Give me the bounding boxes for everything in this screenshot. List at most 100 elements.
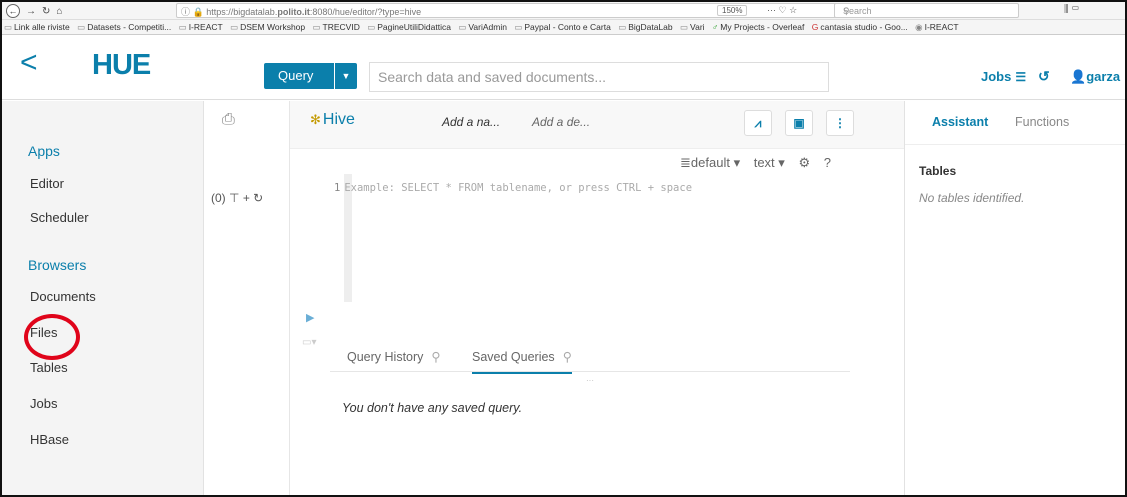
- url-domain: polito.it: [277, 7, 310, 17]
- tables-heading: Tables: [919, 164, 957, 178]
- help-icon[interactable]: ?: [824, 155, 831, 170]
- query-name-field[interactable]: Add a na...: [442, 115, 500, 129]
- highlight-circle: [24, 314, 80, 360]
- folder-icon: ▭: [618, 22, 627, 32]
- bookmarks-bar: ▭ Link alle riviste ▭ Datasets - Competiti…: [2, 20, 1125, 35]
- save-icon[interactable]: ▣: [785, 110, 813, 136]
- search-icon[interactable]: ⚲: [431, 350, 440, 364]
- browser-search-placeholder: Search: [843, 6, 872, 16]
- query-dropdown-caret-icon[interactable]: ▼: [335, 63, 357, 89]
- user-menu[interactable]: 👤garza: [1070, 69, 1120, 85]
- editor-toolbar: ✻ Hive Add a na... Add a de... ⩘ ▣ ⋮: [290, 101, 904, 149]
- bookmark-item[interactable]: ▭ Link alle riviste: [4, 22, 70, 33]
- browser-toolbar: ← → ↻ ⌂ ⓘ 🔒 https://bigdatalab.polito.it…: [2, 2, 1125, 20]
- bookmark-item[interactable]: ▭ Datasets - Competiti...: [77, 22, 171, 33]
- database-selector[interactable]: ≣default ▾: [680, 155, 740, 170]
- assistant-tabs: Assistant Functions: [905, 101, 1125, 145]
- zoom-indicator[interactable]: 150%: [717, 5, 748, 16]
- bookmark-item[interactable]: ◉ I-REACT: [915, 22, 958, 33]
- bookmark-item[interactable]: ▭ DSEM Workshop: [230, 22, 305, 33]
- forward-arrow-icon[interactable]: →: [26, 6, 36, 17]
- reload-icon[interactable]: ↻: [42, 6, 50, 17]
- folder-icon: ▭: [367, 22, 376, 32]
- tab-query-history[interactable]: Query History ⚲: [347, 349, 441, 372]
- pocket-icon[interactable]: ♡: [779, 5, 787, 15]
- ireact-icon: ◉: [915, 22, 923, 32]
- browser-search-field[interactable]: ⚲ Search: [834, 3, 1019, 18]
- bookmark-item[interactable]: ▭ PagineUtiliDidattica: [367, 22, 451, 33]
- search-icon[interactable]: ⚲: [563, 350, 572, 364]
- url-suffix: :8080/hue/editor/?type=hive: [309, 7, 422, 17]
- tab-functions[interactable]: Functions: [1015, 115, 1069, 129]
- jobs-button[interactable]: Jobs ☰: [981, 69, 1026, 84]
- resize-handle[interactable]: ···: [586, 376, 594, 385]
- lock-icon: 🔒: [192, 7, 204, 17]
- assistant-panel: Assistant Functions Tables No tables ide…: [904, 101, 1125, 495]
- add-icon[interactable]: +: [243, 191, 250, 205]
- folder-icon: ▭: [77, 22, 86, 32]
- user-label: garza: [1086, 69, 1121, 84]
- browsers-section-title: Browsers: [28, 257, 87, 273]
- sidebar-toggle-icon[interactable]: ▭: [1071, 4, 1079, 15]
- database-count: (0) ⊤ + ↻: [211, 191, 264, 205]
- database-panel: ⎙ (0) ⊤ + ↻: [204, 101, 290, 495]
- sidebar-item-hbase[interactable]: HBase: [30, 432, 69, 447]
- jobs-label: Jobs: [981, 69, 1012, 84]
- bookmark-item[interactable]: ▭ BigDataLab: [618, 22, 672, 33]
- sidebar-item-documents[interactable]: Documents: [30, 289, 96, 304]
- empty-saved-queries-message: You don't have any saved query.: [342, 401, 523, 415]
- sidebar-item-tables[interactable]: Tables: [30, 360, 68, 375]
- url-prefix: https://bigdatalab.: [206, 7, 278, 17]
- snippet-icon[interactable]: ▭▾: [302, 337, 316, 348]
- folder-icon: ▭: [4, 22, 13, 32]
- url-field[interactable]: ⓘ 🔒 https://bigdatalab.polito.it:8080/hu…: [176, 3, 896, 18]
- jobs-list-icon: ☰: [1015, 70, 1027, 84]
- filter-icon[interactable]: ⊤: [229, 191, 239, 205]
- folder-icon: ▭: [514, 22, 523, 32]
- code-placeholder[interactable]: 1 Example: SELECT * FROM tablename, or pr…: [334, 182, 692, 194]
- code-area[interactable]: ≣default ▾ text ▾ ⚙ ? 1 Example: SELECT *…: [290, 149, 904, 385]
- sidebar-item-jobs[interactable]: Jobs: [30, 396, 57, 411]
- refresh-icon[interactable]: ↻: [253, 191, 263, 205]
- query-editor: ✻ Hive Add a na... Add a de... ⩘ ▣ ⋮ ≣def…: [290, 101, 904, 495]
- home-icon[interactable]: ⌂: [56, 6, 62, 17]
- tab-saved-queries[interactable]: Saved Queries ⚲: [472, 349, 572, 374]
- left-sidebar: Apps Editor Scheduler Browsers Documents…: [2, 101, 204, 495]
- bookmark-item[interactable]: Gcantasia studio - Goo...: [812, 22, 908, 32]
- history-icon[interactable]: ↺: [1038, 68, 1050, 85]
- hue-header: < HUE Query ▼ Search data and saved docu…: [2, 35, 1125, 100]
- bookmark-item[interactable]: ▭ TRECVID: [313, 22, 360, 33]
- more-options-icon[interactable]: ⋮: [826, 110, 854, 136]
- hive-icon: ✻: [310, 112, 321, 127]
- google-icon: G: [811, 22, 819, 32]
- global-search-input[interactable]: Search data and saved documents...: [369, 62, 829, 92]
- back-arrow-icon[interactable]: ←: [6, 4, 20, 18]
- info-icon[interactable]: ⓘ: [181, 7, 190, 17]
- tab-assistant[interactable]: Assistant: [932, 115, 988, 129]
- format-selector[interactable]: text ▾: [754, 155, 785, 170]
- bookmark-star-icon[interactable]: ☆: [789, 5, 797, 15]
- page-actions-icon[interactable]: ···: [767, 5, 776, 15]
- bookmark-item[interactable]: ▭ Vari: [680, 22, 705, 33]
- folder-icon: ▭: [230, 22, 239, 32]
- hue-logo[interactable]: HUE: [92, 49, 151, 82]
- folder-icon: ▭: [312, 22, 321, 32]
- folder-icon: ▭: [680, 22, 689, 32]
- bookmark-item[interactable]: ▭ VariAdmin: [458, 22, 507, 33]
- bookmark-item[interactable]: ▭ I-REACT: [179, 22, 223, 33]
- query-button[interactable]: Query: [264, 63, 334, 89]
- hive-title: ✻ Hive: [310, 111, 355, 128]
- query-description-field[interactable]: Add a de...: [532, 115, 590, 129]
- bookmark-item[interactable]: ♂ My Projects - Overleaf: [712, 22, 804, 32]
- sidebar-item-scheduler[interactable]: Scheduler: [30, 210, 89, 225]
- app-window: ← → ↻ ⌂ ⓘ 🔒 https://bigdatalab.polito.it…: [0, 0, 1127, 497]
- back-chevron-icon[interactable]: <: [20, 48, 38, 78]
- bookmark-item[interactable]: ▭ Paypal - Conto e Carta: [514, 22, 611, 33]
- settings-gear-icon[interactable]: ⚙: [798, 155, 810, 170]
- sidebar-item-editor[interactable]: Editor: [30, 176, 64, 191]
- open-folder-icon[interactable]: ⎙: [222, 111, 235, 129]
- library-icon[interactable]: ⫼: [1064, 4, 1069, 15]
- chart-icon[interactable]: ⩘: [744, 110, 772, 136]
- play-icon[interactable]: ▶: [306, 311, 314, 324]
- folder-icon: ▭: [458, 22, 467, 32]
